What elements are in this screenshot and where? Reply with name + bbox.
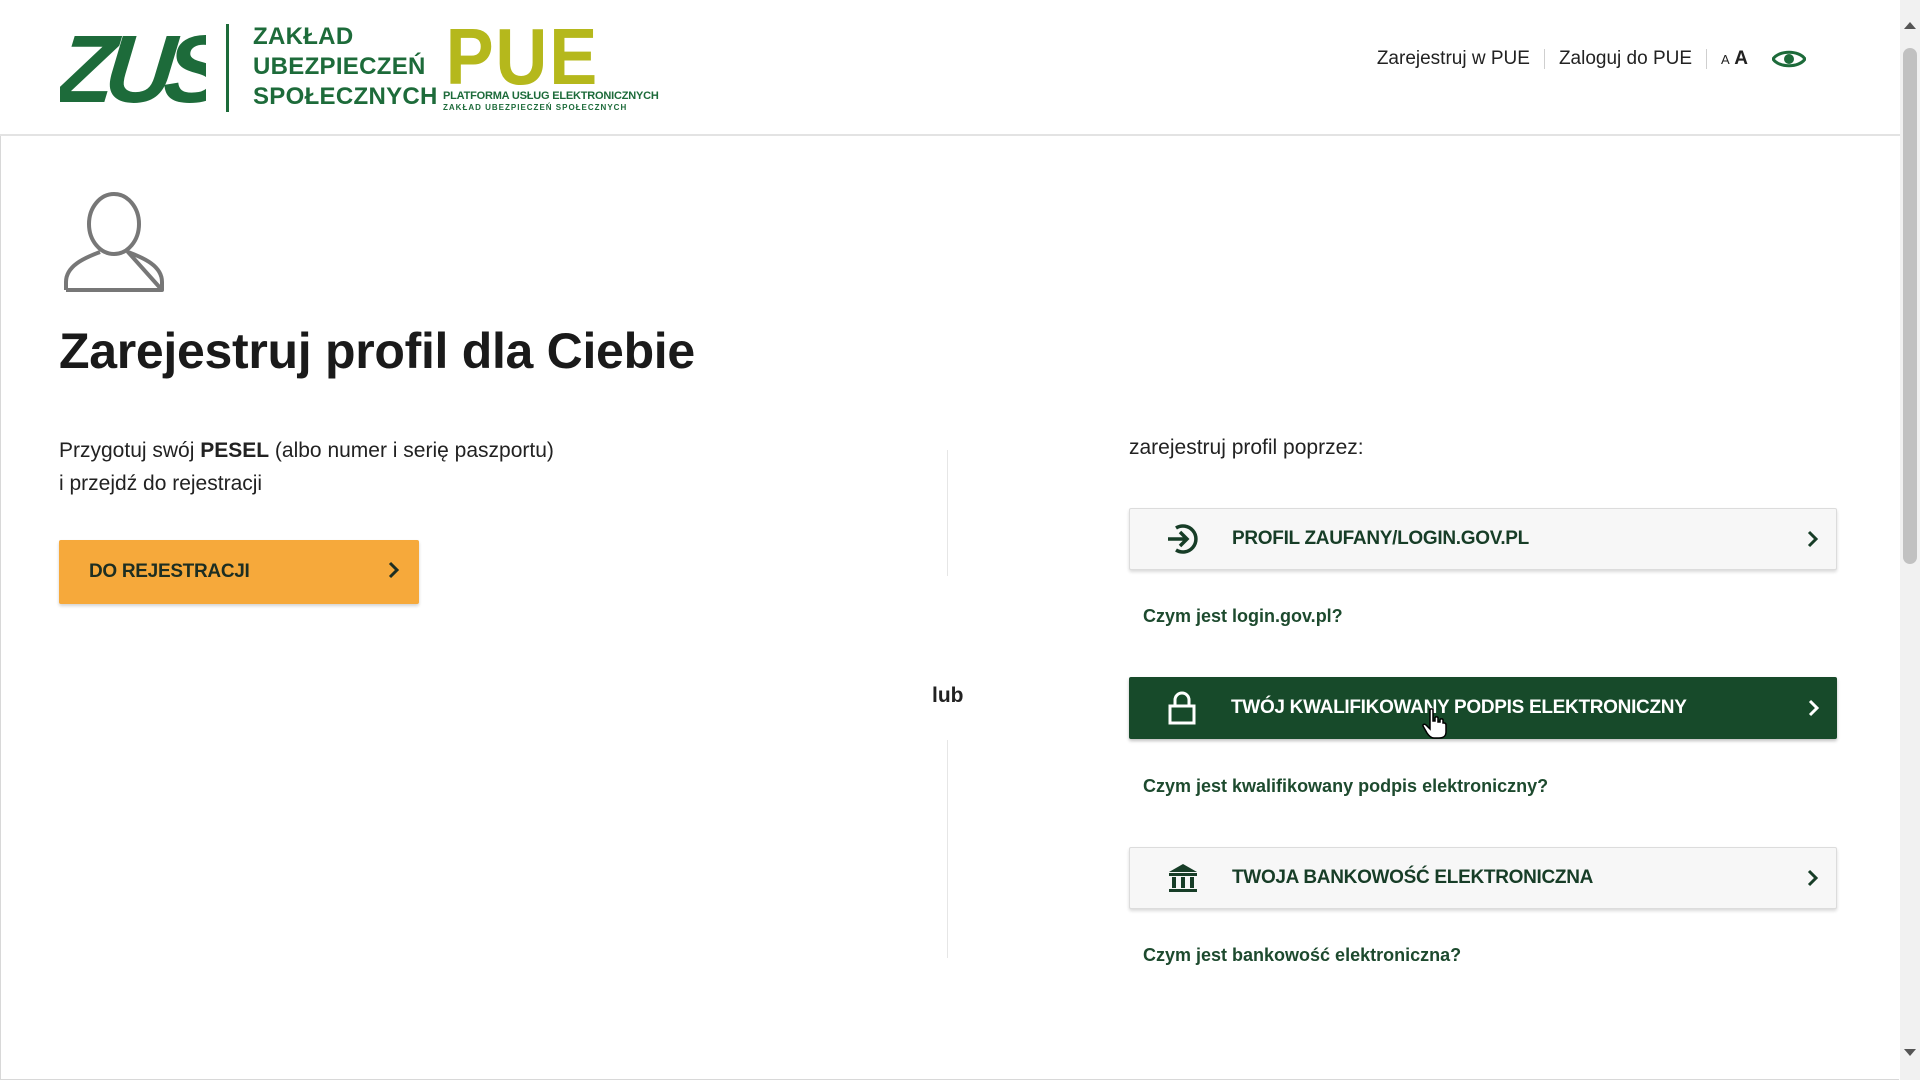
help-link-login-gov[interactable]: Czym jest login.gov.pl? — [1143, 606, 1343, 627]
option-label: TWOJA BANKOWOŚĆ ELEKTRONICZNA — [1232, 867, 1594, 888]
e-banking-option-button[interactable]: TWOJA BANKOWOŚĆ ELEKTRONICZNA — [1129, 847, 1837, 909]
pue-logo[interactable]: PUE — [442, 13, 632, 102]
prep-line-2: i przejdź do rejestracji — [59, 472, 263, 495]
pue-caption-sub: ZAKŁAD UBEZPIECZEŃ SPOŁECZNYCH — [443, 103, 628, 112]
register-pue-link[interactable]: Zarejestruj w PUE — [1363, 48, 1544, 70]
top-navigation: Zarejestruj w PUE Zaloguj do PUE A A — [1363, 48, 1806, 70]
lock-icon — [1165, 691, 1199, 725]
scrollbar[interactable] — [1900, 0, 1920, 1080]
font-size-toggle[interactable]: A A — [1707, 48, 1758, 70]
pesel-emphasis: PESEL — [200, 439, 270, 462]
help-link-qualified-signature[interactable]: Czym jest kwalifikowany podpis elektroni… — [1143, 776, 1548, 797]
help-link-e-banking[interactable]: Czym jest bankowość elektroniczna? — [1143, 945, 1461, 966]
prep-line-1: Przygotuj swój PESEL (albo numer i serię… — [59, 434, 554, 467]
pue-caption-main: PLATFORMA USŁUG ELEKTRONICZNYCH — [443, 90, 659, 102]
scroll-down-arrow-icon[interactable] — [1904, 1049, 1916, 1056]
zus-logo[interactable]: ZUS — [48, 16, 234, 123]
org-name-line-2: UBEZPIECZEŃ — [253, 53, 426, 80]
register-through-label: zarejestruj profil poprzez: — [1129, 436, 1364, 459]
go-to-registration-button[interactable]: DO REJESTRACJI — [59, 540, 419, 604]
qualified-signature-option-button[interactable]: TWÓJ KWALIFIKOWANY PODPIS ELEKTRONICZNY — [1129, 677, 1837, 739]
pue-caption: PLATFORMA USŁUG ELEKTRONICZNYCH ZAKŁAD U… — [443, 90, 659, 114]
preparation-instructions: Przygotuj swój PESEL (albo numer i serię… — [59, 434, 554, 500]
font-large-label: A — [1734, 48, 1748, 69]
chevron-right-icon — [1807, 698, 1821, 718]
login-arrow-icon — [1166, 522, 1200, 556]
user-profile-icon — [62, 186, 166, 299]
scroll-up-arrow-icon[interactable] — [1904, 22, 1916, 29]
login-pue-link[interactable]: Zaloguj do PUE — [1545, 48, 1706, 70]
bank-icon — [1166, 861, 1200, 895]
svg-text:ZUS: ZUS — [60, 22, 206, 108]
chevron-right-icon — [387, 560, 401, 585]
svg-text:PUE: PUE — [446, 20, 599, 90]
trusted-profile-option-button[interactable]: PROFIL ZAUFANY/LOGIN.GOV.PL — [1129, 508, 1837, 570]
logo-divider — [226, 24, 229, 112]
register-button-label: DO REJESTRACJI — [89, 561, 250, 582]
org-name-line-3: SPOŁECZNYCH — [253, 83, 438, 110]
font-small-label: A — [1721, 52, 1730, 67]
scroll-thumb[interactable] — [1903, 48, 1917, 564]
option-label: TWÓJ KWALIFIKOWANY PODPIS ELEKTRONICZNY — [1231, 697, 1687, 718]
org-name-line-1: ZAKŁAD — [253, 23, 354, 50]
eye-icon[interactable] — [1772, 48, 1806, 70]
site-header: ZUS ZAKŁAD UBEZPIECZEŃ SPOŁECZNYCH PUE P… — [0, 0, 1900, 136]
vertical-divider — [947, 740, 948, 958]
option-label: PROFIL ZAUFANY/LOGIN.GOV.PL — [1232, 528, 1529, 549]
hand-cursor-icon — [1422, 708, 1448, 745]
chevron-right-icon — [1806, 529, 1820, 549]
vertical-divider — [947, 450, 948, 576]
prep-text-part: (albo numer i serię paszportu) — [269, 439, 554, 462]
or-label: lub — [932, 684, 964, 707]
chevron-right-icon — [1806, 868, 1820, 888]
page-title: Zarejestruj profil dla Ciebie — [59, 323, 695, 379]
org-name: ZAKŁAD UBEZPIECZEŃ SPOŁECZNYCH — [253, 22, 438, 112]
prep-text-part: Przygotuj swój — [59, 439, 201, 462]
